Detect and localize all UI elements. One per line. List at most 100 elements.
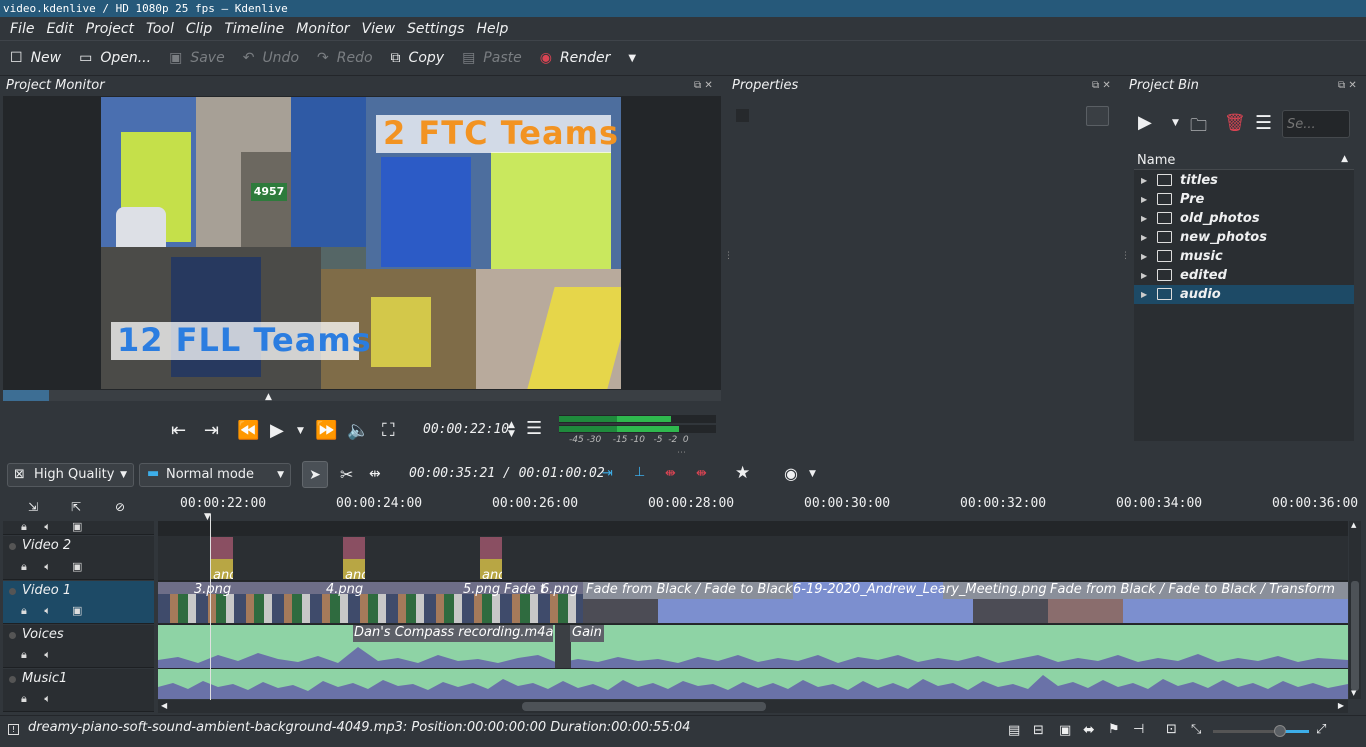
- expand-icon[interactable]: ▶: [1141, 190, 1147, 209]
- audio-mute-icon[interactable]: 🔈︎: [44, 648, 51, 661]
- bin-folder-old-photos[interactable]: ▶ old_photos: [1134, 209, 1354, 228]
- scroll-down-icon[interactable]: ▼: [1351, 689, 1356, 697]
- splitter-handle[interactable]: ⋮: [724, 252, 733, 261]
- panel-float-close-icons[interactable]: ⧉ ✕: [1092, 80, 1111, 91]
- extract-icon[interactable]: ⇼: [696, 466, 707, 481]
- menu-icon[interactable]: ☰: [1255, 112, 1272, 134]
- menu-monitor[interactable]: Monitor: [290, 21, 355, 37]
- chevron-down-icon[interactable]: ▼: [809, 469, 816, 479]
- markers-icon[interactable]: ⚑: [1108, 722, 1120, 737]
- paste-button[interactable]: ▤ Paste: [462, 50, 522, 66]
- track-target-icon[interactable]: [9, 543, 16, 550]
- playhead-marker-icon[interactable]: ▲: [265, 393, 272, 402]
- title-clip[interactable]: and: [480, 537, 502, 579]
- expand-icon[interactable]: ▶: [1141, 171, 1147, 190]
- razor-tool-icon[interactable]: ✂: [340, 465, 353, 484]
- chevron-down-icon[interactable]: ▼: [628, 53, 636, 64]
- bin-folder-titles[interactable]: ▶ titles: [1134, 171, 1354, 190]
- bin-folder-audio[interactable]: ▶ audio: [1134, 285, 1354, 304]
- timeline-position[interactable]: 00:00:35:21 / 00:01:00:02: [409, 466, 605, 481]
- menu-project[interactable]: Project: [80, 21, 140, 37]
- track-target-icon[interactable]: [9, 588, 16, 595]
- forward-icon[interactable]: ⏩: [315, 420, 337, 441]
- bin-folder-new-photos[interactable]: ▶ new_photos: [1134, 228, 1354, 247]
- spinner-icon[interactable]: ▲ ▼: [508, 421, 515, 439]
- video-thumbs-icon[interactable]: ▣: [1059, 723, 1071, 738]
- split-audio-icon[interactable]: ⇱: [71, 500, 81, 514]
- bin-column-header[interactable]: Name ▲: [1134, 151, 1354, 170]
- insert-icon[interactable]: ⇥: [602, 466, 613, 481]
- properties-checkbox[interactable]: [736, 109, 749, 122]
- menu-clip[interactable]: Clip: [180, 21, 218, 37]
- menu-timeline[interactable]: Timeline: [218, 21, 290, 37]
- add-clip-icon[interactable]: ▶︎: [1138, 112, 1152, 133]
- menu-help[interactable]: Help: [470, 21, 514, 37]
- timeline-ruler[interactable]: 00:00:22:00 00:00:24:00 00:00:26:00 00:0…: [158, 494, 1358, 522]
- snap-icon[interactable]: ⊘: [115, 500, 125, 514]
- track-target-icon[interactable]: [9, 676, 16, 683]
- track-target-icon[interactable]: [9, 632, 16, 639]
- horizontal-scrollbar[interactable]: ◀ ▶: [158, 700, 1348, 713]
- play-icon[interactable]: ▶: [270, 420, 284, 441]
- bin-folder-edited[interactable]: ▶ edited: [1134, 266, 1354, 285]
- lock-icon[interactable]: 🔒︎: [21, 604, 27, 617]
- scroll-up-icon[interactable]: ▲: [1351, 521, 1356, 529]
- title-clip[interactable]: and: [211, 537, 233, 579]
- menu-view[interactable]: View: [356, 21, 402, 37]
- chevron-down-icon[interactable]: ▼: [1172, 118, 1179, 128]
- rewind-icon[interactable]: ⏪: [237, 420, 259, 441]
- star-icon[interactable]: ★: [735, 463, 750, 483]
- set-zone-out-icon[interactable]: ⇥: [204, 420, 219, 441]
- splitter-handle[interactable]: ⋯: [677, 448, 686, 458]
- menu-settings[interactable]: Settings: [401, 21, 470, 37]
- expand-icon[interactable]: ▶: [1141, 209, 1147, 228]
- music-clip[interactable]: [158, 669, 1348, 699]
- overwrite-icon[interactable]: ⊥: [634, 465, 645, 480]
- audio-mute-icon[interactable]: 🔈︎: [44, 520, 51, 533]
- video-hide-icon[interactable]: ▣: [72, 560, 82, 573]
- lock-icon[interactable]: 🔒︎: [21, 648, 27, 661]
- video-clip-meeting[interactable]: Fade from Black / Fade to Black 6-19-202…: [583, 582, 1348, 623]
- bin-folder-pre[interactable]: ▶ Pre: [1134, 190, 1354, 209]
- zoom-out-icon[interactable]: ⤡: [1191, 722, 1201, 737]
- new-folder-icon[interactable]: 🗀: [1190, 113, 1207, 142]
- open-button[interactable]: ▭ Open...: [79, 50, 151, 66]
- save-button[interactable]: ▣ Save: [169, 50, 225, 66]
- monitor-preview-image[interactable]: 4957 2 FTC Teams 12 FLL Teams: [101, 97, 621, 389]
- copy-button[interactable]: ⧉ Copy: [391, 50, 445, 66]
- edit-mode-select[interactable]: ▬ Normal mode ▼: [139, 463, 291, 487]
- panel-float-close-icons[interactable]: ⧉ ✕: [1338, 80, 1357, 91]
- track-header-video1[interactable]: Video 1 🔒︎ 🔈︎ ▣: [3, 581, 154, 624]
- scroll-left-icon[interactable]: ◀: [161, 701, 167, 710]
- bin-folder-music[interactable]: ▶ music: [1134, 247, 1354, 266]
- render-button[interactable]: ◉ Render ▼: [540, 50, 636, 66]
- chevron-down-icon[interactable]: ▼: [297, 426, 304, 436]
- splitter-handle[interactable]: ⋮: [1121, 252, 1130, 261]
- expand-icon[interactable]: ▶: [1141, 266, 1147, 285]
- new-button[interactable]: ☐ New: [10, 50, 61, 66]
- audio-mute-icon[interactable]: 🔈︎: [44, 560, 51, 573]
- keyframes-icon[interactable]: ⬌: [1083, 722, 1095, 738]
- menu-edit[interactable]: Edit: [40, 21, 79, 37]
- menu-tool[interactable]: Tool: [140, 21, 180, 37]
- expand-icon[interactable]: ▶: [1141, 285, 1147, 304]
- expand-icon[interactable]: ▶: [1141, 228, 1147, 247]
- video2-lane[interactable]: [158, 536, 1348, 580]
- track-header-music1[interactable]: Music1 🔒︎ 🔈︎: [3, 669, 154, 712]
- zoom-slider[interactable]: [1213, 725, 1309, 737]
- audio-mute-icon[interactable]: 🔈︎: [44, 692, 51, 705]
- set-zone-in-icon[interactable]: ⇤: [171, 420, 186, 441]
- volume-icon[interactable]: 🔈: [347, 420, 369, 441]
- timeline-playhead[interactable]: [210, 514, 211, 700]
- delete-icon[interactable]: 🗑: [1224, 113, 1246, 133]
- audio-mute-icon[interactable]: 🔈︎: [44, 604, 51, 617]
- lift-icon[interactable]: ⇼: [665, 466, 676, 481]
- lock-icon[interactable]: 🔒︎: [21, 692, 27, 705]
- properties-config-icon[interactable]: [1086, 106, 1109, 126]
- spacer-tool-icon[interactable]: ⇹: [369, 466, 381, 482]
- preview-quality-select[interactable]: ⊠ High Quality ▼: [7, 463, 134, 487]
- fit-zoom-icon[interactable]: ⇲: [28, 500, 38, 514]
- fullscreen-icon[interactable]: ⛶: [382, 420, 395, 441]
- voice-clip[interactable]: Dan's Compass recording.m4a Gain: [158, 625, 1348, 668]
- track-header-voices[interactable]: Voices 🔒︎ 🔈︎: [3, 625, 154, 668]
